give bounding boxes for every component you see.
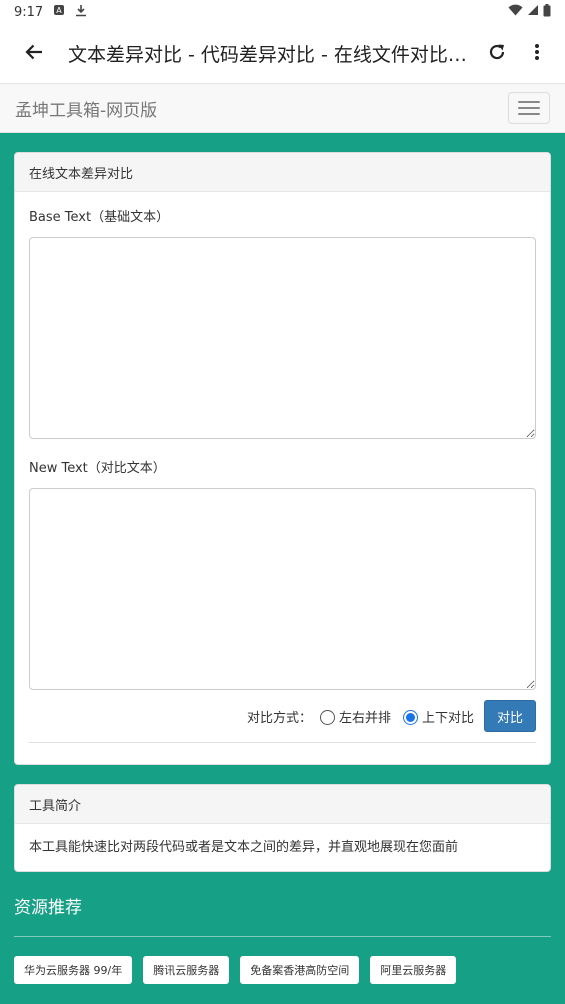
- intro-panel-heading: 工具简介: [15, 785, 550, 824]
- radio-side-by-side[interactable]: [319, 710, 335, 725]
- wifi-icon: [508, 4, 523, 20]
- intro-text: 本工具能快速比对两段代码或者是文本之间的差异，并直观地展现在您面前: [29, 840, 459, 855]
- mode-option-label: 左右并排: [338, 710, 391, 726]
- base-text-input[interactable]: [29, 237, 536, 439]
- more-options-button[interactable]: [517, 24, 557, 84]
- diff-panel-heading: 在线文本差异对比: [15, 153, 550, 192]
- navbar-toggle-button[interactable]: [508, 92, 550, 124]
- page-title: 文本差异对比 - 代码差异对比 - 在线文件对比工具: [68, 44, 477, 66]
- resources-divider: [14, 936, 551, 937]
- resource-link-huawei[interactable]: 华为云服务器 99/年: [14, 956, 133, 984]
- signal-icon: [527, 4, 539, 20]
- back-button[interactable]: [0, 24, 68, 84]
- site-navbar: 孟坤工具箱-网页版: [0, 84, 565, 133]
- radio-top-bottom[interactable]: [402, 710, 418, 725]
- browser-app-bar: 文本差异对比 - 代码差异对比 - 在线文件对比工具: [0, 24, 565, 84]
- new-text-input[interactable]: [29, 488, 536, 690]
- diff-panel: 在线文本差异对比 Base Text（基础文本） New Text（对比文本） …: [14, 152, 551, 765]
- notification-icon: A: [53, 4, 65, 20]
- resource-link-tencent[interactable]: 腾讯云服务器: [143, 956, 230, 984]
- more-vert-icon: [534, 43, 540, 65]
- status-time: 9:17: [14, 4, 44, 20]
- mode-option-label: 上下对比: [421, 710, 474, 726]
- intro-panel: 工具简介 本工具能快速比对两段代码或者是文本之间的差异，并直观地展现在您面前: [14, 784, 551, 872]
- diff-panel-body: Base Text（基础文本） New Text（对比文本） 对比方式： 左右并…: [15, 192, 550, 757]
- resources-title: 资源推荐: [14, 898, 82, 918]
- resources-section: 资源推荐 华为云服务器 99/年 腾讯云服务器 免备案香港高防空间 阿里云服务器: [14, 886, 551, 984]
- mode-option-top-bottom[interactable]: 上下对比: [402, 707, 474, 726]
- mode-option-side-by-side[interactable]: 左右并排: [319, 707, 391, 726]
- site-brand[interactable]: 孟坤工具箱-网页版: [15, 96, 157, 121]
- resource-link-aliyun[interactable]: 阿里云服务器: [370, 956, 457, 984]
- hamburger-line: [518, 113, 540, 115]
- battery-icon: [543, 3, 551, 21]
- compare-mode-label: 对比方式：: [246, 710, 312, 726]
- resource-links: 华为云服务器 99/年 腾讯云服务器 免备案香港高防空间 阿里云服务器: [14, 956, 551, 984]
- new-text-label: New Text（对比文本）: [29, 461, 166, 476]
- compare-button[interactable]: 对比: [483, 700, 536, 732]
- download-icon: [75, 4, 87, 21]
- refresh-button[interactable]: [477, 24, 517, 84]
- diff-divider: [29, 742, 536, 743]
- compare-mode-row: 对比方式： 左右并排 上下对比 对比: [29, 700, 536, 732]
- hamburger-line: [518, 107, 540, 109]
- back-arrow-icon: [25, 43, 43, 65]
- svg-text:A: A: [56, 6, 62, 15]
- hamburger-menu-icon: [518, 101, 540, 103]
- refresh-icon: [488, 43, 506, 65]
- resource-link-hk-hosting[interactable]: 免备案香港高防空间: [240, 956, 360, 984]
- base-text-label: Base Text（基础文本）: [29, 210, 170, 225]
- status-bar: 9:17 A: [0, 0, 565, 24]
